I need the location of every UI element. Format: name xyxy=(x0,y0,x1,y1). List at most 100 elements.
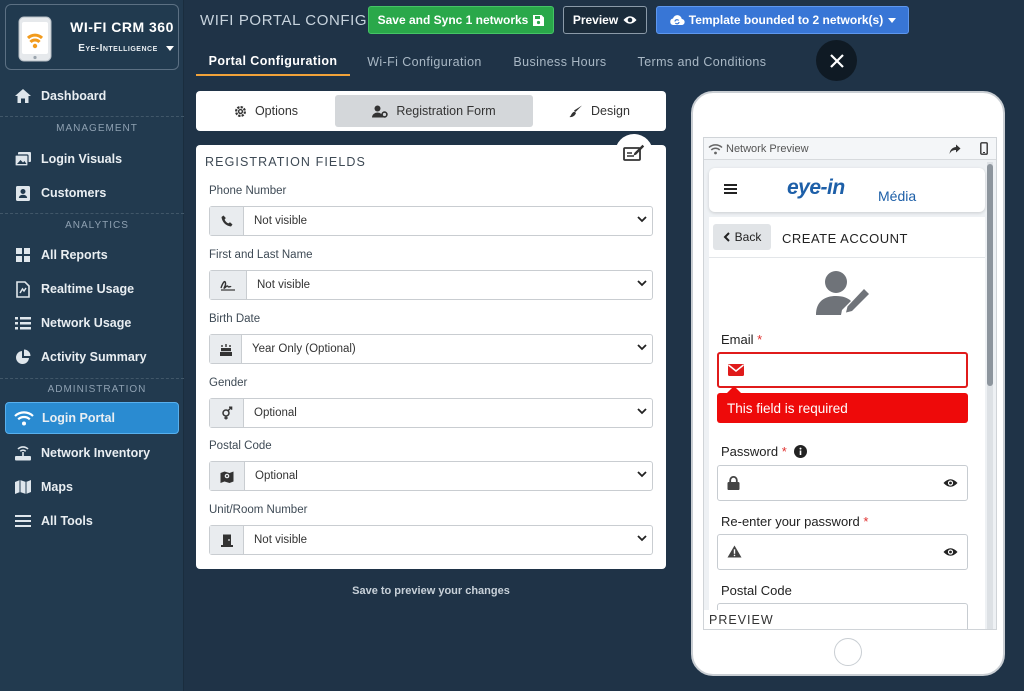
email-field[interactable] xyxy=(717,352,968,388)
reenter-password-label: Re-enter your password * xyxy=(721,514,869,529)
subtab-registration-form[interactable]: Registration Form xyxy=(335,95,533,127)
warning-triangle-icon xyxy=(727,545,742,558)
template-bound-dropdown[interactable]: Template bounded to 2 network(s) xyxy=(656,6,909,34)
toggle-password-visibility[interactable] xyxy=(933,466,967,500)
close-button[interactable] xyxy=(816,40,857,81)
info-icon[interactable] xyxy=(794,445,808,458)
toggle-password-visibility[interactable] xyxy=(933,535,967,569)
field-name: Not visible xyxy=(209,270,653,300)
divider xyxy=(709,257,985,258)
sidebar-item-realtime-usage[interactable]: Realtime Usage xyxy=(10,275,178,303)
list-icon xyxy=(13,314,33,332)
brand-switcher[interactable]: WI-FI CRM 360 Eye-Intelligence xyxy=(5,4,179,70)
back-button[interactable]: Back xyxy=(713,224,771,250)
reenter-password-field[interactable] xyxy=(717,534,968,570)
subtab-options[interactable]: Options xyxy=(200,95,332,127)
share-icon[interactable] xyxy=(949,144,961,155)
portal-logo-text: eye-in xyxy=(787,176,845,199)
preview-button-label: Preview xyxy=(572,13,619,27)
name-visibility-select[interactable]: Not visible xyxy=(247,271,652,299)
wifi-icon xyxy=(708,144,723,155)
sidebar-item-label: Network Usage xyxy=(41,316,132,330)
subtab-design[interactable]: Design xyxy=(537,95,662,127)
mobile-device-icon[interactable] xyxy=(980,142,988,155)
eye-icon xyxy=(623,16,637,24)
sidebar-item-network-usage[interactable]: Network Usage xyxy=(10,309,178,337)
field-postal-code: Optional xyxy=(209,461,653,491)
map-icon xyxy=(13,478,33,496)
caret-down-icon xyxy=(888,17,897,23)
tab-portal-configuration[interactable]: Portal Configuration xyxy=(196,48,350,76)
error-pointer xyxy=(727,386,741,393)
tab-terms-and-conditions[interactable]: Terms and Conditions xyxy=(627,48,777,76)
sidebar-item-maps[interactable]: Maps xyxy=(10,473,178,501)
sidebar-item-all-tools[interactable]: All Tools xyxy=(10,507,178,535)
section-label-analytics: ANALYTICS xyxy=(65,220,129,231)
images-icon xyxy=(13,150,33,168)
sidebar-item-dashboard[interactable]: Dashboard xyxy=(10,82,178,110)
map-location-icon xyxy=(210,462,245,490)
phone-preview-frame: Network Preview eye-in Média Back CREATE… xyxy=(691,91,1005,676)
save-button-label: Save and Sync 1 networks xyxy=(377,13,529,27)
chevron-left-icon xyxy=(723,232,730,242)
network-preview-label: Network Preview xyxy=(726,143,809,155)
page-title: WIFI PORTAL CONFIG xyxy=(200,12,368,29)
field-label-gender: Gender xyxy=(209,377,248,389)
brand-title: WI-FI CRM 360 xyxy=(70,19,174,35)
sidebar-item-activity-summary[interactable]: Activity Summary xyxy=(10,343,178,371)
form-subtabs: Options Registration Form Design xyxy=(196,91,666,131)
brand-subtitle: Eye-Intelligence xyxy=(78,43,158,54)
sidebar-item-label: Customers xyxy=(41,186,107,200)
chevron-down-icon xyxy=(637,280,647,287)
card-title: REGISTRATION FIELDS xyxy=(205,155,366,169)
unit-room-select[interactable]: Not visible xyxy=(244,526,652,554)
form-title: CREATE ACCOUNT xyxy=(782,231,908,246)
field-label-unit-room: Unit/Room Number xyxy=(209,504,308,516)
subtab-label: Design xyxy=(591,104,630,118)
template-button-label: Template bounded to 2 network(s) xyxy=(688,13,884,27)
sidebar-item-network-inventory[interactable]: Network Inventory xyxy=(10,439,178,467)
back-button-label: Back xyxy=(734,230,762,244)
select-value: Year Only (Optional) xyxy=(252,343,356,355)
gender-icon xyxy=(210,399,244,427)
tab-wifi-configuration[interactable]: Wi-Fi Configuration xyxy=(356,48,493,76)
brush-icon xyxy=(569,105,583,117)
field-unit-room: Not visible xyxy=(209,525,653,555)
hamburger-menu-icon[interactable] xyxy=(724,183,738,195)
preview-button[interactable]: Preview xyxy=(563,6,647,34)
preview-tag: PREVIEW xyxy=(704,610,782,629)
sidebar-item-customers[interactable]: Customers xyxy=(10,179,178,207)
gender-select[interactable]: Optional xyxy=(244,399,652,427)
chevron-down-icon xyxy=(637,535,647,542)
save-and-sync-button[interactable]: Save and Sync 1 networks xyxy=(368,6,554,34)
sidebar-item-login-visuals[interactable]: Login Visuals xyxy=(10,145,178,173)
menu-icon xyxy=(13,512,33,530)
signature-icon xyxy=(210,271,247,299)
preview-scroll-thumb[interactable] xyxy=(987,164,993,386)
email-label: Email * xyxy=(721,332,763,347)
eye-icon xyxy=(943,479,957,487)
field-label-phone: Phone Number xyxy=(209,185,287,197)
create-account-form: Back CREATE ACCOUNT Email * This field i… xyxy=(709,217,985,629)
sidebar-item-label: All Reports xyxy=(41,248,108,262)
sidebar-item-all-reports[interactable]: All Reports xyxy=(10,241,178,269)
password-field[interactable] xyxy=(717,465,968,501)
subtab-label: Registration Form xyxy=(396,104,496,118)
field-label-birth-date: Birth Date xyxy=(209,313,261,325)
chevron-down-icon xyxy=(637,471,647,478)
tab-business-hours[interactable]: Business Hours xyxy=(503,48,617,76)
phone-screen: Network Preview eye-in Média Back CREATE… xyxy=(703,137,997,630)
birth-date-select[interactable]: Year Only (Optional) xyxy=(242,335,652,363)
divider xyxy=(0,116,184,117)
sidebar-item-login-portal[interactable]: Login Portal xyxy=(5,402,179,434)
field-phone: Not visible xyxy=(209,206,653,236)
chevron-down-icon xyxy=(637,408,647,415)
chevron-down-icon xyxy=(637,344,647,351)
cloud-sync-icon xyxy=(670,15,685,26)
edit-form-button[interactable] xyxy=(615,134,653,172)
sidebar-item-label: Network Inventory xyxy=(41,446,151,460)
phone-visibility-select[interactable]: Not visible xyxy=(244,207,652,235)
postal-code-select[interactable]: Optional xyxy=(245,462,652,490)
phone-wifi-logo-icon xyxy=(18,16,52,62)
reports-grid-icon xyxy=(13,246,33,264)
